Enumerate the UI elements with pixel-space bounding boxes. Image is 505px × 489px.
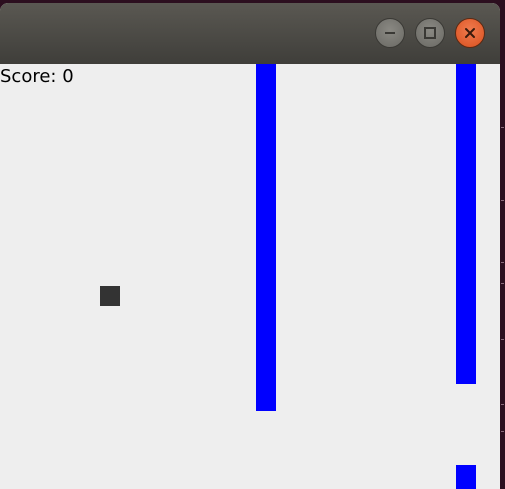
minimize-icon <box>383 26 397 40</box>
background-speck <box>501 283 504 284</box>
pipe-top-1 <box>256 64 276 411</box>
background-speck <box>501 200 504 201</box>
background-speck <box>501 127 504 128</box>
background-speck <box>501 339 504 340</box>
maximize-button[interactable] <box>415 18 445 48</box>
minimize-button[interactable] <box>375 18 405 48</box>
screen: Score: 0 <box>0 0 505 489</box>
close-button[interactable] <box>455 18 485 48</box>
game-window: Score: 0 <box>0 3 500 489</box>
close-icon <box>463 26 477 40</box>
background-speck <box>501 262 504 263</box>
background-speck <box>501 431 504 432</box>
score-label: Score: 0 <box>0 66 74 87</box>
maximize-icon <box>423 26 437 40</box>
game-canvas[interactable]: Score: 0 <box>0 64 500 489</box>
player-block <box>100 286 120 306</box>
pipe-bottom-2 <box>456 465 476 489</box>
pipe-top-2 <box>456 64 476 384</box>
background-speck <box>501 404 504 405</box>
window-titlebar[interactable] <box>0 3 500 65</box>
